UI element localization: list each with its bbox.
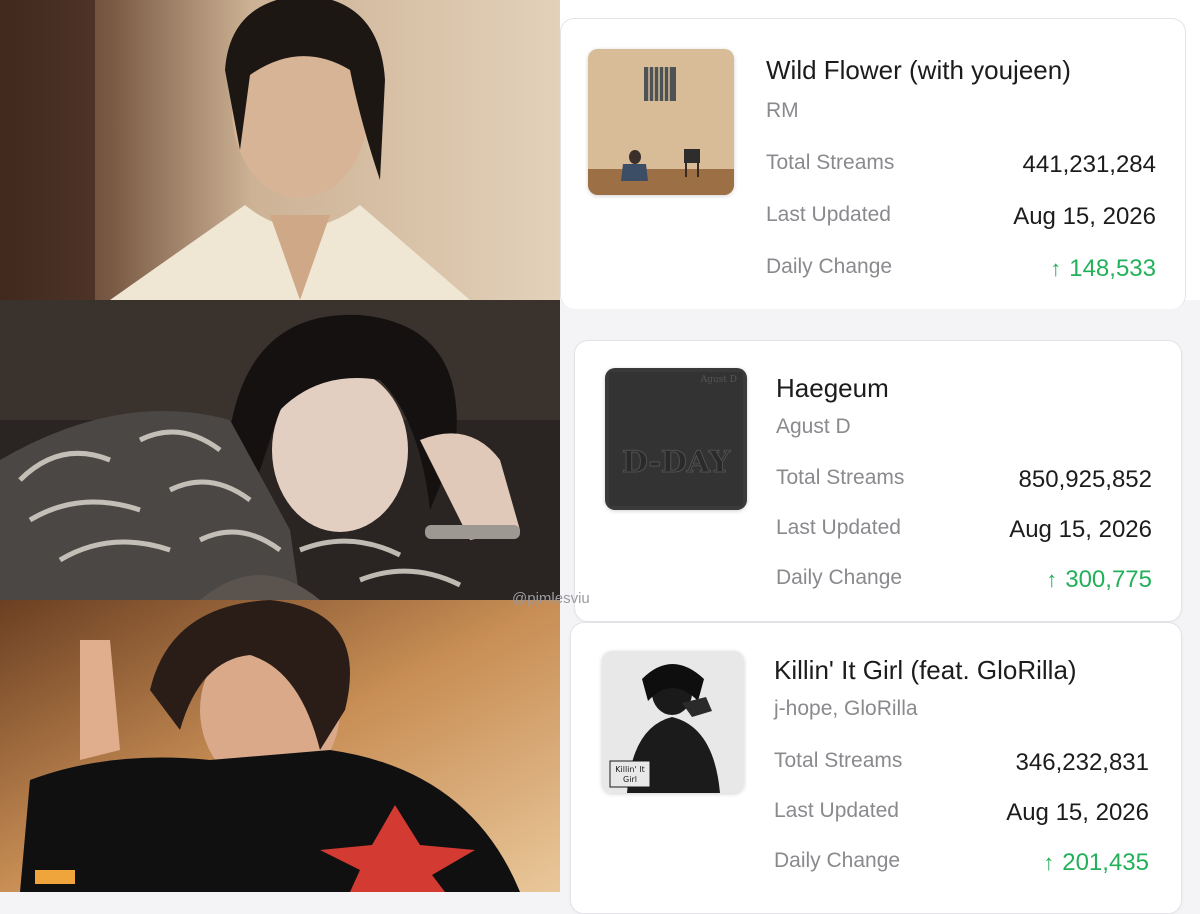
stat-row-total-streams: Total Streams 850,925,852	[776, 466, 1152, 496]
daily-change-value: 148,533	[1069, 255, 1156, 282]
stat-value: Aug 15, 2026	[1006, 799, 1149, 826]
stat-row-daily-change: Daily Change ↑ 300,775	[776, 566, 1152, 596]
song-title: Wild Flower (with youjeen)	[766, 55, 1071, 85]
stat-row-last-updated: Last Updated Aug 15, 2026	[774, 799, 1149, 829]
stat-label: Total Streams	[774, 749, 903, 772]
stat-row-total-streams: Total Streams 346,232,831	[774, 749, 1149, 779]
stat-row-last-updated: Last Updated Aug 15, 2026	[766, 203, 1156, 233]
cover-text-line1: Killin' It	[615, 765, 644, 774]
stat-label: Total Streams	[766, 151, 895, 174]
stat-label: Total Streams	[776, 466, 905, 489]
watermark: @pjmlesviu	[512, 590, 590, 607]
song-title: Killin' It Girl (feat. GloRilla)	[774, 655, 1077, 685]
cover-corner-text: Agust D	[700, 375, 737, 385]
stat-value-positive: ↑ 300,775	[1046, 566, 1152, 594]
daily-change-value: 201,435	[1062, 849, 1149, 876]
artist-name: Agust D	[776, 415, 851, 438]
photo-suga: mahoneysuga	[0, 300, 560, 600]
stat-value-positive: ↑ 201,435	[1043, 849, 1149, 877]
stat-value: Aug 15, 2026	[1009, 516, 1152, 543]
stat-label: Last Updated	[774, 799, 899, 822]
stat-value: 346,232,831	[1015, 749, 1149, 776]
stat-value: 850,925,852	[1018, 466, 1152, 493]
arrow-up-icon: ↑	[1043, 850, 1055, 875]
photo-rm	[0, 0, 560, 300]
stat-value-positive: ↑ 148,533	[1050, 255, 1156, 283]
song-card[interactable]: D-DAY Agust D Haegeum Agust D Total Stre…	[574, 340, 1182, 622]
stat-value: Aug 15, 2026	[1013, 203, 1156, 230]
stat-label: Daily Change	[776, 566, 903, 589]
album-cover-killin-it-girl-icon: Killin' It Girl	[602, 651, 744, 793]
cover-title-text: D-DAY	[622, 445, 731, 480]
artist-name: j-hope, GloRilla	[774, 697, 918, 720]
song-card[interactable]: Wild Flower (with youjeen) RM Total Stre…	[560, 18, 1186, 309]
song-card[interactable]: Killin' It Girl Killin' It Girl (feat. G…	[570, 622, 1182, 914]
stat-row-last-updated: Last Updated Aug 15, 2026	[776, 516, 1152, 546]
arrow-up-icon: ↑	[1050, 256, 1062, 281]
stat-label: Last Updated	[776, 516, 901, 539]
stat-label: Daily Change	[774, 849, 901, 872]
stat-label: Last Updated	[766, 203, 891, 226]
arrow-up-icon: ↑	[1046, 567, 1058, 592]
stat-label: Daily Change	[766, 255, 893, 278]
stat-value: 441,231,284	[1022, 151, 1156, 178]
song-title: Haegeum	[776, 373, 889, 403]
stat-row-total-streams: Total Streams 441,231,284	[766, 151, 1156, 181]
stat-row-daily-change: Daily Change ↑ 148,533	[766, 255, 1156, 285]
daily-change-value: 300,775	[1065, 566, 1152, 593]
artist-name: RM	[766, 99, 799, 122]
photo-jhope	[0, 600, 560, 892]
stat-row-daily-change: Daily Change ↑ 201,435	[774, 849, 1149, 879]
album-cover-wild-flower-icon	[588, 49, 734, 195]
album-cover-d-day-icon: D-DAY Agust D	[605, 368, 747, 510]
cover-text-line2: Girl	[623, 775, 637, 784]
